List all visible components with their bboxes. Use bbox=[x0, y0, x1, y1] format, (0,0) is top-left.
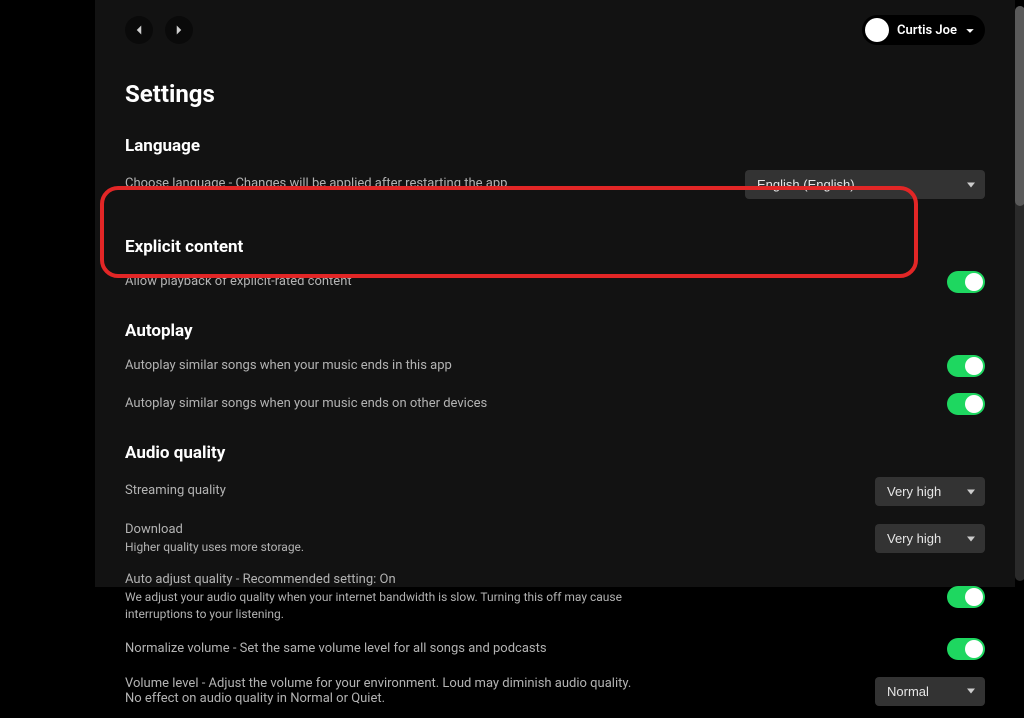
download-quality-sub: Higher quality uses more storage. bbox=[125, 539, 304, 556]
section-audioquality-heading: Audio quality bbox=[125, 443, 985, 463]
normalize-label: Normalize volume - Set the same volume l… bbox=[125, 640, 547, 658]
autoadjust-label: Auto adjust quality - Recommended settin… bbox=[125, 572, 645, 587]
chevron-down-icon bbox=[965, 21, 975, 40]
explicit-toggle[interactable] bbox=[947, 271, 985, 293]
avatar bbox=[865, 18, 889, 42]
autoadjust-toggle[interactable] bbox=[947, 586, 985, 608]
volumelevel-label: Volume level - Adjust the volume for you… bbox=[125, 676, 645, 706]
streaming-quality-label: Streaming quality bbox=[125, 482, 226, 500]
chevron-right-icon bbox=[173, 24, 185, 36]
scrollbar[interactable] bbox=[1015, 6, 1024, 581]
language-description: Choose language - Changes will be applie… bbox=[125, 175, 507, 193]
autoadjust-sub: We adjust your audio quality when your i… bbox=[125, 589, 645, 623]
section-language-heading: Language bbox=[125, 136, 985, 156]
user-menu-button[interactable]: Curtis Joe bbox=[862, 15, 985, 45]
autoplay-otherdevices-toggle[interactable] bbox=[947, 393, 985, 415]
streaming-quality-select[interactable]: Very high bbox=[875, 477, 985, 506]
page-title: Settings bbox=[125, 80, 985, 108]
download-quality-select[interactable]: Very high bbox=[875, 524, 985, 553]
language-select[interactable]: English (English) bbox=[745, 170, 985, 199]
autoplay-otherdevices-description: Autoplay similar songs when your music e… bbox=[125, 395, 487, 413]
scrollbar-thumb[interactable] bbox=[1015, 6, 1024, 206]
download-quality-label: Download bbox=[125, 522, 304, 537]
section-autoplay-heading: Autoplay bbox=[125, 321, 985, 341]
normalize-toggle[interactable] bbox=[947, 638, 985, 660]
user-name-label: Curtis Joe bbox=[897, 23, 957, 38]
autoplay-thisapp-description: Autoplay similar songs when your music e… bbox=[125, 357, 452, 375]
nav-forward-button[interactable] bbox=[165, 16, 193, 44]
chevron-left-icon bbox=[133, 24, 145, 36]
section-explicit-heading: Explicit content bbox=[125, 237, 985, 257]
explicit-description: Allow playback of explicit-rated content bbox=[125, 273, 352, 291]
volumelevel-select[interactable]: Normal bbox=[875, 677, 985, 706]
nav-back-button[interactable] bbox=[125, 16, 153, 44]
autoplay-thisapp-toggle[interactable] bbox=[947, 355, 985, 377]
